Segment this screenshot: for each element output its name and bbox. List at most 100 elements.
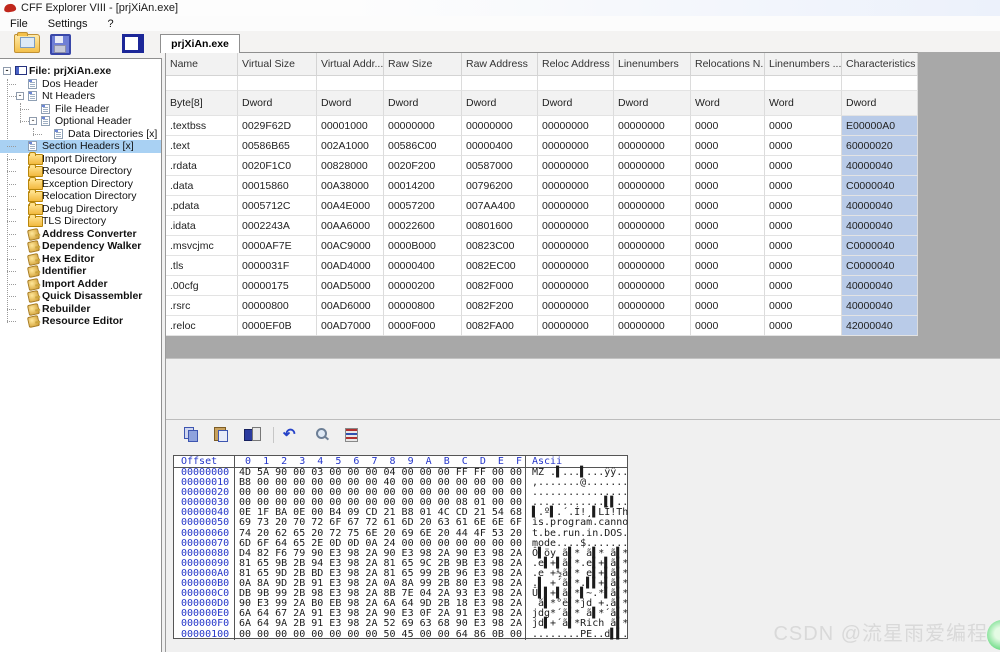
tree-item-data-directories-x[interactable]: Data Directories [x] [0, 128, 161, 141]
section-value-cell[interactable]: 0020F200 [384, 156, 462, 176]
section-value-cell[interactable]: 0000 [691, 316, 765, 336]
section-value-cell[interactable]: 42000040 [842, 316, 918, 336]
goto-icon[interactable] [283, 427, 299, 442]
section-value-cell[interactable]: 0000 [765, 276, 842, 296]
tree-item-nt-headers[interactable]: Nt Headers [0, 90, 161, 103]
section-name-cell[interactable]: .text [166, 136, 238, 156]
section-value-cell[interactable]: 40000040 [842, 156, 918, 176]
column-header-linenumbers[interactable]: Linenumbers [614, 53, 691, 76]
section-value-cell[interactable]: 00A38000 [317, 176, 384, 196]
section-value-cell[interactable]: 00000000 [614, 156, 691, 176]
document-tab[interactable]: prjXiAn.exe [160, 34, 240, 53]
paste-icon[interactable] [214, 427, 230, 442]
tree-item-identifier[interactable]: Identifier [0, 265, 161, 278]
section-value-cell[interactable]: 00A4E000 [317, 196, 384, 216]
column-header-characteristics[interactable]: Characteristics [842, 53, 918, 76]
section-value-cell[interactable]: 0082EC00 [462, 256, 538, 276]
section-value-cell[interactable]: 0082F200 [462, 296, 538, 316]
fill-icon[interactable] [244, 427, 260, 442]
tree-item-import-directory[interactable]: Import Directory [0, 153, 161, 166]
section-value-cell[interactable]: 00000000 [614, 276, 691, 296]
section-name-cell[interactable]: .rsrc [166, 296, 238, 316]
section-value-cell[interactable]: 00AD4000 [317, 256, 384, 276]
section-value-cell[interactable]: 00828000 [317, 156, 384, 176]
section-value-cell[interactable]: 0082F000 [462, 276, 538, 296]
section-value-cell[interactable]: 00000000 [538, 316, 614, 336]
section-value-cell[interactable]: 00000000 [614, 136, 691, 156]
column-header-linenumbers[interactable]: Linenumbers ... [765, 53, 842, 76]
section-value-cell[interactable]: 007AA400 [462, 196, 538, 216]
section-value-cell[interactable]: 00586C00 [384, 136, 462, 156]
search-icon[interactable] [314, 427, 330, 442]
hex-bytes[interactable]: 6A 64 9A 2B 91 E3 98 2A 52 69 63 68 90 E… [235, 619, 526, 629]
tree-expander-icon[interactable] [29, 117, 37, 125]
section-value-cell[interactable]: 0000 [765, 316, 842, 336]
section-value-cell[interactable]: 40000040 [842, 276, 918, 296]
tree-item-file-header[interactable]: File Header [0, 103, 161, 116]
section-value-cell[interactable]: 00000000 [538, 116, 614, 136]
section-value-cell[interactable]: 40000040 [842, 196, 918, 216]
tree-item-section-headers-x[interactable]: Section Headers [x] [0, 140, 161, 153]
section-name-cell[interactable]: .textbss [166, 116, 238, 136]
section-value-cell[interactable]: 00AC9000 [317, 236, 384, 256]
section-value-cell[interactable]: 00000000 [462, 116, 538, 136]
tree-item-file-prjxian-exe[interactable]: File: prjXiAn.exe [0, 65, 161, 78]
column-header-virtual-addr[interactable]: Virtual Addr... [317, 53, 384, 76]
section-value-cell[interactable]: 00000175 [238, 276, 317, 296]
tree-item-address-converter[interactable]: Address Converter [0, 228, 161, 241]
section-value-cell[interactable]: 0000F000 [384, 316, 462, 336]
tree-item-hex-editor[interactable]: Hex Editor [0, 253, 161, 266]
section-value-cell[interactable]: 0000 [691, 296, 765, 316]
grid-icon[interactable] [344, 427, 360, 442]
section-value-cell[interactable]: C0000040 [842, 256, 918, 276]
section-value-cell[interactable]: 00000000 [538, 156, 614, 176]
tree-item-dependency-walker[interactable]: Dependency Walker [0, 240, 161, 253]
section-value-cell[interactable]: 0000 [765, 156, 842, 176]
hex-ascii[interactable]: ........PE..d▌▌. [526, 630, 622, 640]
section-value-cell[interactable]: 00000200 [384, 276, 462, 296]
section-name-cell[interactable]: .tls [166, 256, 238, 276]
section-name-cell[interactable]: .data [166, 176, 238, 196]
section-value-cell[interactable]: 00057200 [384, 196, 462, 216]
column-header-reloc-address[interactable]: Reloc Address [538, 53, 614, 76]
section-value-cell[interactable]: 00000000 [538, 216, 614, 236]
tree-item-relocation-directory[interactable]: Relocation Directory [0, 190, 161, 203]
section-value-cell[interactable]: 0000EF0B [238, 316, 317, 336]
section-value-cell[interactable]: 00000000 [614, 176, 691, 196]
section-value-cell[interactable]: 00796200 [462, 176, 538, 196]
section-value-cell[interactable]: 0029F62D [238, 116, 317, 136]
section-value-cell[interactable]: 0000 [691, 176, 765, 196]
section-name-cell[interactable]: .reloc [166, 316, 238, 336]
section-value-cell[interactable]: 00022600 [384, 216, 462, 236]
menu-item-file[interactable]: File [0, 18, 38, 30]
section-value-cell[interactable]: 00000000 [614, 236, 691, 256]
tree-item-resource-editor[interactable]: Resource Editor [0, 315, 161, 328]
section-value-cell[interactable]: 00000000 [538, 136, 614, 156]
section-name-cell[interactable]: .msvcjmc [166, 236, 238, 256]
section-value-cell[interactable]: 00000000 [384, 116, 462, 136]
tree-item-quick-disassembler[interactable]: Quick Disassembler [0, 290, 161, 303]
section-value-cell[interactable]: 00000000 [538, 276, 614, 296]
section-value-cell[interactable]: 0000 [765, 196, 842, 216]
section-value-cell[interactable]: 00014200 [384, 176, 462, 196]
section-value-cell[interactable]: 00586B65 [238, 136, 317, 156]
tree-item-rebuilder[interactable]: Rebuilder [0, 303, 161, 316]
section-value-cell[interactable]: 00000000 [538, 256, 614, 276]
section-value-cell[interactable]: 00823C00 [462, 236, 538, 256]
section-value-cell[interactable]: 0002243A [238, 216, 317, 236]
section-name-cell[interactable]: .idata [166, 216, 238, 236]
section-value-cell[interactable]: 0000 [691, 276, 765, 296]
section-value-cell[interactable]: 00000000 [614, 116, 691, 136]
column-header-raw-address[interactable]: Raw Address [462, 53, 538, 76]
section-value-cell[interactable]: 0000 [765, 116, 842, 136]
section-value-cell[interactable]: 00801600 [462, 216, 538, 236]
section-value-cell[interactable]: 0000 [765, 136, 842, 156]
section-value-cell[interactable]: 0020F1C0 [238, 156, 317, 176]
section-value-cell[interactable]: 0000031F [238, 256, 317, 276]
tree-expander-icon[interactable] [3, 67, 11, 75]
section-value-cell[interactable]: 00AA6000 [317, 216, 384, 236]
section-value-cell[interactable]: 0000 [765, 216, 842, 236]
section-name-cell[interactable]: .00cfg [166, 276, 238, 296]
section-value-cell[interactable]: 00000000 [614, 216, 691, 236]
section-value-cell[interactable]: 0005712C [238, 196, 317, 216]
